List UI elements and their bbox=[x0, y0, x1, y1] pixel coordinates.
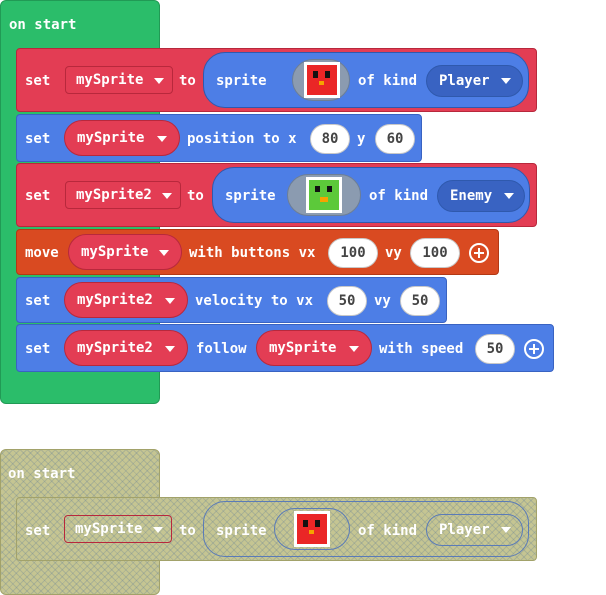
chevron-down-icon bbox=[501, 527, 511, 533]
chevron-down-icon bbox=[159, 250, 169, 256]
vx-input[interactable]: 100 bbox=[328, 238, 378, 268]
sprite-create-block[interactable]: sprite of kind Enemy bbox=[212, 167, 530, 223]
variable-dropdown[interactable]: mySprite bbox=[68, 234, 182, 270]
sprite-create-block[interactable]: sprite of kind Player bbox=[203, 501, 529, 557]
variable-name: mySprite2 bbox=[77, 340, 153, 356]
set-label: set bbox=[25, 341, 51, 357]
variable-dropdown[interactable]: mySprite bbox=[65, 66, 173, 94]
sprite-label: sprite bbox=[225, 188, 276, 204]
on-start-label: on start bbox=[8, 466, 76, 482]
red-sprite-icon bbox=[294, 511, 330, 547]
red-sprite-icon bbox=[304, 62, 340, 98]
on-start-label: on start bbox=[9, 17, 77, 33]
expand-plus-icon[interactable] bbox=[524, 339, 544, 359]
set-label: set bbox=[25, 73, 51, 89]
chevron-down-icon bbox=[154, 78, 164, 84]
move-label: move bbox=[25, 245, 59, 261]
x-input[interactable]: 80 bbox=[310, 124, 350, 154]
target-variable-dropdown[interactable]: mySprite bbox=[256, 330, 372, 366]
variable-name: mySprite bbox=[81, 244, 149, 260]
sprite-image-field[interactable] bbox=[292, 59, 350, 101]
chevron-down-icon bbox=[153, 527, 163, 533]
set-sprite-block[interactable]: set mySprite to sprite of kind Player bbox=[16, 48, 537, 112]
set-label: set bbox=[25, 293, 51, 309]
green-sprite-icon bbox=[306, 177, 342, 213]
set-sprite2-block[interactable]: set mySprite2 to sprite of kind Enemy bbox=[16, 163, 537, 227]
chevron-down-icon bbox=[165, 346, 175, 352]
chevron-down-icon bbox=[349, 346, 359, 352]
set-position-block[interactable]: set mySprite position to x 80 y 60 bbox=[16, 114, 422, 162]
position-to-x-label: position to x bbox=[187, 131, 297, 147]
vy-input[interactable]: 50 bbox=[400, 286, 440, 316]
of-kind-label: of kind bbox=[358, 523, 418, 539]
variable-dropdown[interactable]: mySprite bbox=[64, 120, 180, 156]
vy-input[interactable]: 100 bbox=[410, 238, 460, 268]
chevron-down-icon bbox=[504, 193, 514, 199]
variable-dropdown[interactable]: mySprite2 bbox=[64, 330, 188, 366]
expand-plus-icon[interactable] bbox=[469, 243, 489, 263]
chevron-down-icon bbox=[165, 298, 175, 304]
sprite-label: sprite bbox=[216, 73, 267, 89]
follow-label: follow bbox=[196, 341, 247, 357]
follow-block[interactable]: set mySprite2 follow mySprite with speed… bbox=[16, 324, 554, 372]
kind-name: Player bbox=[439, 73, 490, 89]
velocity-to-vx-label: velocity to vx bbox=[195, 293, 314, 309]
variable-name: mySprite2 bbox=[77, 292, 153, 308]
variable-name: mySprite bbox=[76, 72, 144, 88]
vy-label: vy bbox=[374, 293, 391, 309]
vx-input[interactable]: 50 bbox=[327, 286, 367, 316]
variable-name: mySprite bbox=[77, 130, 145, 146]
kind-dropdown[interactable]: Enemy bbox=[437, 180, 525, 212]
chevron-down-icon bbox=[157, 136, 167, 142]
y-input[interactable]: 60 bbox=[375, 124, 415, 154]
set-velocity-block[interactable]: set mySprite2 velocity to vx 50 vy 50 bbox=[16, 277, 447, 323]
variable-dropdown[interactable]: mySprite2 bbox=[64, 282, 188, 318]
of-kind-label: of kind bbox=[369, 188, 429, 204]
set-label: set bbox=[25, 188, 51, 204]
variable-name: mySprite bbox=[269, 340, 337, 356]
chevron-down-icon bbox=[162, 193, 172, 199]
with-buttons-vx-label: with buttons vx bbox=[189, 245, 316, 261]
vy-label: vy bbox=[385, 245, 402, 261]
disabled-set-sprite-block[interactable]: set mySprite to sprite of kind Player bbox=[16, 497, 537, 561]
sprite-image-field[interactable] bbox=[287, 174, 361, 216]
kind-name: Player bbox=[439, 522, 490, 538]
move-with-buttons-block[interactable]: move mySprite with buttons vx 100 vy 100 bbox=[16, 229, 499, 275]
variable-name: mySprite2 bbox=[76, 187, 152, 203]
speed-input[interactable]: 50 bbox=[475, 334, 515, 364]
sprite-image-field[interactable] bbox=[274, 508, 350, 550]
variable-dropdown[interactable]: mySprite bbox=[64, 515, 172, 543]
kind-dropdown[interactable]: Player bbox=[426, 514, 523, 546]
variable-dropdown[interactable]: mySprite2 bbox=[65, 181, 181, 209]
to-label: to bbox=[179, 523, 196, 539]
chevron-down-icon bbox=[501, 78, 511, 84]
with-speed-label: with speed bbox=[379, 341, 464, 357]
variable-name: mySprite bbox=[75, 521, 143, 537]
set-label: set bbox=[25, 131, 51, 147]
of-kind-label: of kind bbox=[358, 73, 418, 89]
to-label: to bbox=[187, 188, 204, 204]
set-label: set bbox=[25, 523, 51, 539]
to-label: to bbox=[179, 73, 196, 89]
sprite-label: sprite bbox=[216, 523, 267, 539]
kind-dropdown[interactable]: Player bbox=[426, 65, 523, 97]
sprite-create-block[interactable]: sprite of kind Player bbox=[203, 52, 529, 108]
kind-name: Enemy bbox=[450, 188, 493, 204]
y-label: y bbox=[357, 131, 366, 147]
